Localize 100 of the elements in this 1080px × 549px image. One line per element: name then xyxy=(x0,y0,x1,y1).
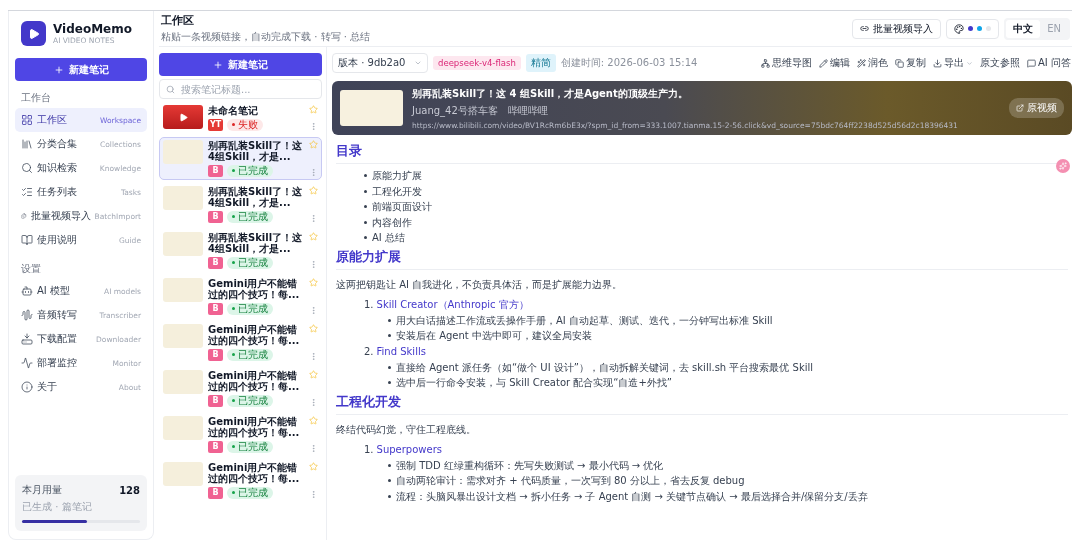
more-icon[interactable] xyxy=(309,443,318,453)
toolbar-action[interactable]: 思维导图 xyxy=(760,56,814,70)
more-icon[interactable] xyxy=(309,121,318,131)
section-heading: 原能力扩展 xyxy=(336,247,1068,270)
more-icon[interactable] xyxy=(309,213,318,223)
thumbnail-placeholder xyxy=(340,90,403,126)
pulse-icon xyxy=(21,357,33,369)
more-icon[interactable] xyxy=(309,397,318,407)
language-option[interactable]: 中文 xyxy=(1006,19,1041,38)
bullet-dot xyxy=(388,365,391,369)
pencil-icon xyxy=(819,58,829,68)
nav-label: 工作区 xyxy=(37,113,68,127)
paragraph: 终结代码幻觉，守住工程底线。 xyxy=(336,422,477,437)
network-icon xyxy=(761,58,771,68)
model-tag: deepseek-v4-flash xyxy=(433,56,521,70)
star-icon[interactable] xyxy=(309,105,318,114)
note-item[interactable]: 未命名笔记 YT 失败 xyxy=(159,102,322,134)
status-badge: 失败 xyxy=(227,118,263,131)
source-icon: YT xyxy=(208,118,223,131)
source-icon: B xyxy=(208,164,223,177)
open-video-button[interactable]: 原视频 xyxy=(1009,98,1064,118)
note-item[interactable]: Gemini用户不能错过的四个技巧！每... B 已完成 xyxy=(159,412,322,456)
star-icon[interactable] xyxy=(309,369,318,379)
list-item: 流程：头脑风暴出设计文档 → 拆小任务 → 子 Agent 自测 → 关键节点确认 → 最后选择合并/保留分支/丢弃 xyxy=(396,489,868,504)
info-icon xyxy=(21,381,33,393)
page-title: 工作区 xyxy=(161,13,195,28)
app-name: VideoMemo xyxy=(53,22,132,36)
list-item: 强制 TDD 红绿重构循环：先写失败测试 → 最小代码 → 优化 xyxy=(396,458,664,473)
bullet-dot xyxy=(388,318,391,322)
video-title: 别再乱装Skill了！这 4 组Skill，才是Agent的顶级生产力。 xyxy=(412,86,689,101)
search-icon xyxy=(166,84,175,94)
waveform-icon xyxy=(21,309,33,321)
nav-label: 使用说明 xyxy=(37,233,78,247)
page-subtitle: 粘贴一条视频链接，自动完成下载 · 转写 · 总结 xyxy=(161,30,371,44)
usage-count: 128 xyxy=(119,484,140,496)
source-icon: B xyxy=(208,210,223,223)
list-item: 工程化开发 xyxy=(372,184,422,199)
star-icon[interactable] xyxy=(309,139,318,149)
source-icon: B xyxy=(208,486,223,499)
floating-button[interactable] xyxy=(1056,159,1070,173)
note-item[interactable]: 别再乱装Skill了！这4组Skill，才是... B 已完成 xyxy=(159,136,322,180)
status-badge: 已完成 xyxy=(227,348,273,361)
bullet-dot xyxy=(364,189,367,193)
link-icon xyxy=(860,24,870,33)
more-icon[interactable] xyxy=(309,489,318,499)
toolbar-action[interactable]: 润色 xyxy=(856,56,890,70)
list-item: 用大白话描述工作流或丢操作手册，AI 自动起草、测试、迭代，一分钟写出标准 Skill xyxy=(396,313,773,328)
list-heading: Superpowers xyxy=(376,442,442,457)
more-icon[interactable] xyxy=(309,351,318,361)
star-icon[interactable] xyxy=(309,185,318,195)
status-badge: 已完成 xyxy=(227,486,273,499)
toolbar-action[interactable]: AI 问答 xyxy=(1026,56,1072,70)
list-item: 直接给 Agent 派任务（如“做个 UI 设计”），自动拆解关键词，去 skill.sh 平台搜索最优 Skill xyxy=(396,360,814,375)
star-icon[interactable] xyxy=(309,231,318,241)
note-item[interactable]: 别再乱装Skill了！这4组Skill，才是... B 已完成 xyxy=(159,228,322,272)
bullet-dot xyxy=(388,494,391,498)
theme-button[interactable] xyxy=(946,18,1000,39)
status-badge: 已完成 xyxy=(227,164,273,177)
note-item[interactable]: 别再乱装Skill了！这4组Skill，才是... B 已完成 xyxy=(159,182,322,226)
toolbar-action[interactable]: 复制 xyxy=(894,56,928,70)
plus-icon xyxy=(53,64,64,75)
list-item: AI 总结 xyxy=(372,231,405,245)
star-icon[interactable] xyxy=(309,415,318,425)
plus-icon xyxy=(213,59,223,70)
note-item[interactable]: Gemini用户不能错过的四个技巧！每... B 已完成 xyxy=(159,320,322,364)
toolbar-action[interactable]: 导出 xyxy=(932,56,975,70)
version-select[interactable]: 版本 · 9db2a0 xyxy=(332,53,428,73)
more-icon[interactable] xyxy=(309,259,318,269)
nav-label: 音频转写 xyxy=(37,308,78,322)
note-title: Gemini用户不能错过的四个技巧！每... xyxy=(208,277,301,301)
toolbar-action[interactable]: 编辑 xyxy=(818,56,852,70)
note-title: 未命名笔记 xyxy=(208,105,259,117)
books-icon xyxy=(21,138,33,150)
search-input[interactable]: 搜索笔记标题... xyxy=(179,82,315,96)
note-title: Gemini用户不能错过的四个技巧！每... xyxy=(208,369,301,393)
new-note-button[interactable]: 新建笔记 xyxy=(15,58,147,81)
note-item[interactable]: Gemini用户不能错过的四个技巧！每... B 已完成 xyxy=(159,366,322,410)
more-icon[interactable] xyxy=(309,305,318,315)
note-item[interactable]: Gemini用户不能错过的四个技巧！每... B 已完成 xyxy=(159,274,322,318)
batch-import-button[interactable]: 批量视频导入 xyxy=(852,18,942,39)
note-item[interactable]: Gemini用户不能错过的四个技巧！每... B 已完成 xyxy=(159,458,322,502)
paragraph: 这两把钥匙让 AI 自我进化，不负责具体活，而是扩展能力边界。 xyxy=(336,277,624,292)
star-icon[interactable] xyxy=(309,461,318,471)
new-note-button[interactable]: 新建笔记 xyxy=(159,53,322,76)
list-number: 1. xyxy=(364,297,374,312)
status-badge: 已完成 xyxy=(227,440,273,453)
list-heading: Find Skills xyxy=(376,344,426,359)
search-field[interactable]: 搜索笔记标题... xyxy=(159,79,322,99)
more-icon[interactable] xyxy=(309,167,318,177)
toolbar-action[interactable]: 原文参照 xyxy=(979,56,1022,70)
star-icon[interactable] xyxy=(309,323,318,333)
palette-icon xyxy=(954,23,965,34)
grid-icon xyxy=(21,114,33,126)
list-number: 1. xyxy=(364,442,374,457)
bullet-dot xyxy=(364,220,367,224)
star-icon[interactable] xyxy=(309,277,318,287)
section-title: 工作台 xyxy=(20,91,52,105)
nav-label: 任务列表 xyxy=(37,185,78,199)
bullet-dot xyxy=(388,463,391,467)
chevron-icon xyxy=(414,59,422,67)
